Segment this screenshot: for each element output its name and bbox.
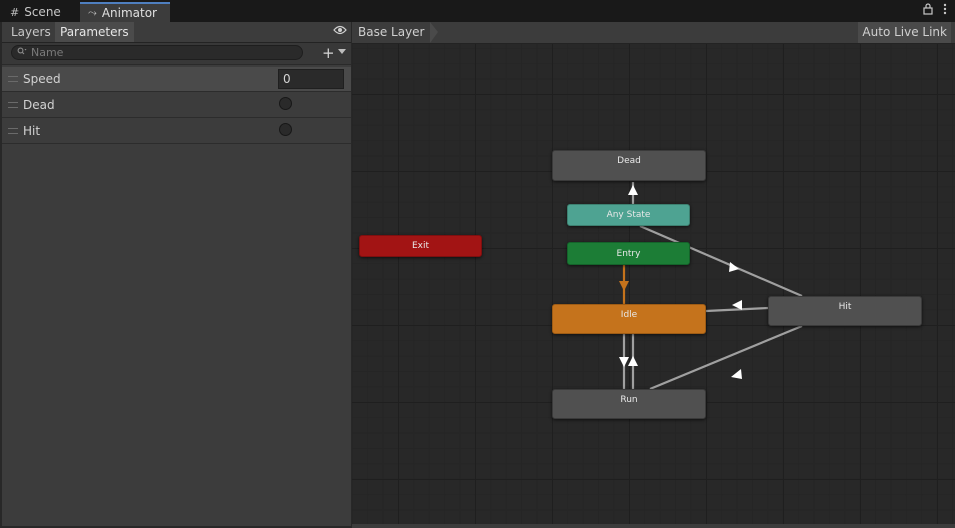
state-label: Hit (838, 302, 852, 312)
drag-handle-icon[interactable] (8, 76, 18, 82)
parameter-name: Hit (23, 124, 41, 138)
search-input[interactable] (31, 46, 281, 59)
plus-icon[interactable]: + (322, 44, 335, 62)
parameters-panel: Layers Parameters + Speed 0 Dead (2, 22, 351, 526)
arrow-icon (619, 357, 629, 367)
breadcrumb-arrow (430, 22, 438, 43)
state-node-run[interactable]: Run (552, 389, 706, 419)
tab-layers[interactable]: Layers (6, 22, 56, 42)
state-label: Exit (411, 241, 430, 251)
tab-animator-label: Animator (101, 6, 157, 20)
parameter-name: Speed (23, 72, 61, 86)
tab-scene[interactable]: # Scene (2, 2, 80, 22)
breadcrumb[interactable]: Base Layer (352, 22, 431, 43)
window-controls (923, 3, 947, 18)
parameter-value-input[interactable]: 0 (278, 69, 344, 89)
state-label: Run (620, 395, 638, 405)
trigger-toggle[interactable] (279, 97, 292, 110)
state-node-idle[interactable]: Idle (552, 304, 706, 334)
state-machine-graph[interactable]: Dead Any State Entry Exit Idle Hit Run (352, 44, 955, 524)
transitions-layer (619, 182, 803, 391)
window-tab-bar: # Scene ⤳ Animator (0, 0, 955, 22)
arrow-icon (628, 185, 638, 195)
tab-parameters[interactable]: Parameters (55, 22, 134, 42)
state-label: Dead (617, 156, 641, 166)
parameter-search-row: + (2, 43, 351, 65)
left-panel-tabs: Layers Parameters (2, 22, 351, 43)
graph-toolbar: Base Layer Auto Live Link (352, 22, 955, 44)
state-node-exit[interactable]: Exit (359, 235, 482, 257)
arrow-icon (731, 369, 742, 379)
drag-handle-icon[interactable] (8, 128, 18, 134)
transition-hit-to-idle (705, 306, 769, 313)
state-label: Idle (620, 310, 638, 320)
parameter-row[interactable]: Speed 0 (2, 67, 351, 92)
state-label: Any State (606, 210, 651, 220)
arrow-icon (619, 281, 629, 291)
chevron-down-icon[interactable] (338, 49, 346, 54)
state-node-dead[interactable]: Dead (552, 150, 706, 181)
state-node-any-state[interactable]: Any State (567, 204, 690, 226)
animator-window: # Scene ⤳ Animator Layers Parameters Nam… (0, 0, 955, 528)
arrow-icon (628, 356, 638, 366)
graph-bottom-border (352, 524, 955, 528)
parameter-row[interactable]: Hit (2, 119, 351, 144)
trigger-toggle[interactable] (279, 123, 292, 136)
parameter-name: Dead (23, 98, 55, 112)
search-icon (17, 47, 27, 58)
parameter-row[interactable]: Dead (2, 93, 351, 118)
more-vertical-icon[interactable] (943, 3, 947, 18)
parameter-search (11, 45, 303, 60)
graph-panel: Base Layer Auto Live Link Dead Any State… (352, 22, 955, 524)
grid-icon: # (10, 5, 20, 19)
lock-icon[interactable] (923, 3, 933, 18)
state-label: Entry (616, 248, 641, 259)
drag-handle-icon[interactable] (8, 102, 18, 108)
animator-icon: ⤳ (88, 6, 97, 19)
eye-icon[interactable] (333, 24, 347, 38)
transition-run-to-hit (649, 324, 803, 391)
state-node-hit[interactable]: Hit (768, 296, 922, 326)
state-node-entry[interactable]: Entry (567, 242, 690, 265)
auto-live-link-button[interactable]: Auto Live Link (858, 22, 951, 43)
tab-animator[interactable]: ⤳ Animator (80, 2, 170, 22)
tab-scene-label: Scene (24, 5, 61, 19)
